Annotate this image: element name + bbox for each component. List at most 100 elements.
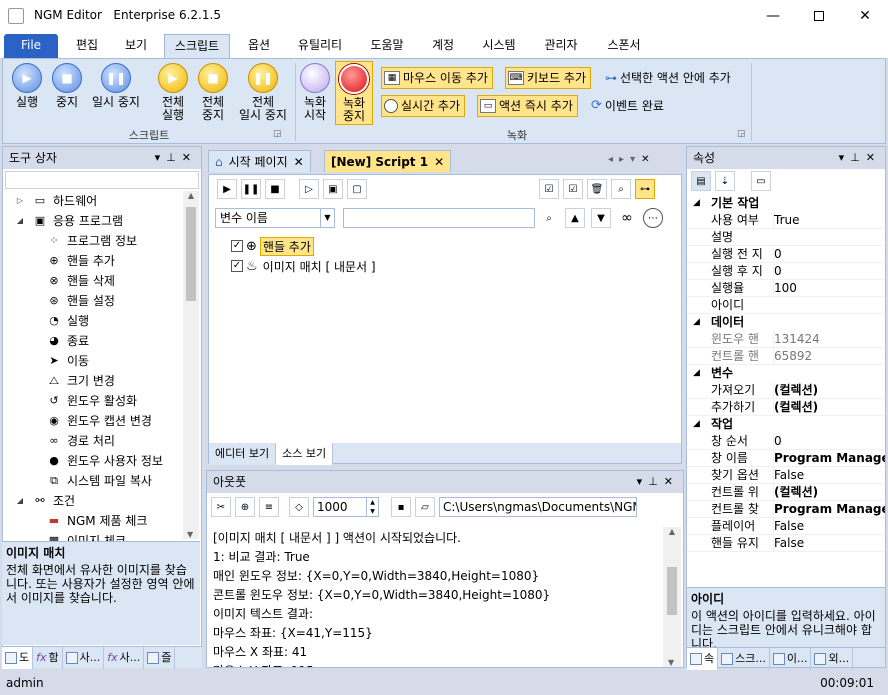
property-value[interactable]: True <box>773 212 885 229</box>
tab-functions[interactable]: fx 함 <box>33 647 63 669</box>
tree-item[interactable]: ◉ 윈도우 캡션 변경 <box>47 411 152 431</box>
menu-file[interactable]: File <box>4 34 58 58</box>
collapse-icon[interactable]: ◢ <box>693 416 700 433</box>
tab-favorites[interactable]: 즐 <box>144 647 176 669</box>
collapse-icon[interactable]: ◢ <box>693 314 700 331</box>
close-icon[interactable]: ✕ <box>294 152 304 172</box>
tab-user-1[interactable]: 사... <box>63 647 105 669</box>
property-value[interactable]: Program Manage <box>773 501 885 518</box>
run-all-button[interactable]: ▶ 전체 실행 <box>153 63 193 122</box>
pause-button[interactable]: ❚❚ 일시 중지 <box>87 63 145 109</box>
property-row[interactable]: 실행율 100 <box>687 280 885 297</box>
tree-item[interactable]: ⁘ 프로그램 정보 <box>47 231 137 251</box>
tree-item[interactable]: ∞ 경로 처리 <box>47 431 115 451</box>
property-row[interactable]: 추가하기 (컬렉션) <box>687 399 885 416</box>
property-value[interactable]: (컬렉션) <box>773 399 885 416</box>
add-in-selected-button[interactable]: ⊶ 선택한 액션 안에 추가 <box>603 67 735 89</box>
menu-utility[interactable]: 유틸리티 <box>288 34 352 58</box>
stop-button[interactable]: ■ 중지 <box>47 63 87 109</box>
chevron-down-icon[interactable]: ▼ <box>591 208 611 228</box>
property-row[interactable]: 핸들 유지 False <box>687 535 885 552</box>
property-pages-icon[interactable]: ▭ <box>751 171 771 191</box>
property-value[interactable]: Program Manage <box>773 450 885 467</box>
property-category[interactable]: ◢ 데이터 <box>687 314 885 331</box>
pin-icon[interactable]: ⊥ <box>166 151 182 164</box>
scroll-down-icon[interactable]: ▼ <box>187 530 193 539</box>
property-value[interactable]: 100 <box>773 280 885 297</box>
action-item[interactable]: ✓ ⊕ 핸들 추가 <box>231 236 314 256</box>
dropdown-icon[interactable]: ▾ <box>839 151 851 164</box>
close-icon[interactable]: ✕ <box>641 154 655 165</box>
property-row[interactable]: 가져오기 (컬렉션) <box>687 382 885 399</box>
expander-icon[interactable]: ◢ <box>13 494 27 508</box>
tab-start-page[interactable]: ⌂ 시작 페이지 ✕ <box>208 150 311 172</box>
property-row[interactable]: 컨트롤 찾 Program Manage <box>687 501 885 518</box>
record-start-button[interactable]: 녹화 시작 <box>297 63 333 122</box>
property-row[interactable]: 사용 여부 True <box>687 212 885 229</box>
pause-all-button[interactable]: ❚❚ 전체 일시 중지 <box>233 63 293 122</box>
add-file-icon[interactable]: ⊕ <box>235 497 255 517</box>
expander-icon[interactable]: ▷ <box>13 194 27 208</box>
toolbox-search-input[interactable] <box>5 171 199 189</box>
scroll-left-icon[interactable]: ◂ <box>608 154 619 165</box>
pause-icon[interactable]: ❚❚ <box>241 179 261 199</box>
property-row[interactable]: 플레이어 False <box>687 518 885 535</box>
property-row[interactable]: 컨트롤 위 (컬렉션) <box>687 484 885 501</box>
delete-icon[interactable]: 🗑 <box>587 179 607 199</box>
menu-system[interactable]: 시스템 <box>472 34 526 58</box>
tab-source-view[interactable]: 소스 보기 <box>276 443 334 465</box>
stepper-icon[interactable]: ▲ ▼ <box>366 498 378 516</box>
save-icon[interactable]: ▪ <box>391 497 411 517</box>
check-all-icon[interactable]: ☑ <box>539 179 559 199</box>
search-input[interactable] <box>343 208 535 228</box>
close-icon[interactable]: ✕ <box>664 475 679 488</box>
minimize-button[interactable]: — <box>750 0 796 32</box>
menu-edit[interactable]: 편집 <box>64 34 110 58</box>
tree-item[interactable]: ⊛ 핸들 설정 <box>47 291 115 311</box>
find-icon[interactable]: ⌕ <box>611 179 631 199</box>
property-category[interactable]: ◢ 기본 작업 <box>687 195 885 212</box>
tree-item[interactable]: ▬ NGM 제품 체크 <box>47 511 148 531</box>
stop-all-button[interactable]: ■ 전체 중지 <box>193 63 233 122</box>
property-value[interactable]: False <box>773 518 885 535</box>
list-icon[interactable]: ≡ <box>259 497 279 517</box>
menu-view[interactable]: 보기 <box>114 34 158 58</box>
folder-icon[interactable]: ▱ <box>415 497 435 517</box>
tab-user-2[interactable]: fx 사... <box>104 647 145 669</box>
event-done-button[interactable]: ⟳ 이벤트 완료 <box>589 95 668 117</box>
close-icon[interactable]: ✕ <box>182 151 197 164</box>
property-value[interactable]: False <box>773 467 885 484</box>
tab-script-1[interactable]: [New] Script 1 ✕ <box>324 150 452 172</box>
tree-item[interactable]: ⧍ 크기 변경 <box>47 371 115 391</box>
tab-external[interactable]: 외... <box>811 648 854 670</box>
toolbox-scrollbar[interactable]: ▲ ▼ <box>183 191 199 539</box>
scroll-up-icon[interactable]: ▲ <box>663 527 681 536</box>
play-icon[interactable]: ▶ <box>217 179 237 199</box>
sort-az-icon[interactable]: ⇣ <box>715 171 735 191</box>
menu-options[interactable]: 옵션 <box>236 34 282 58</box>
property-row[interactable]: 윈도우 핸 131424 <box>687 331 885 348</box>
tab-image[interactable]: 이... <box>770 648 812 670</box>
menu-help[interactable]: 도움말 <box>360 34 414 58</box>
close-icon[interactable]: ✕ <box>866 151 881 164</box>
scroll-right-icon[interactable]: ▸ <box>619 154 630 165</box>
checkbox-icon[interactable]: ✓ <box>231 260 243 272</box>
tree-item[interactable]: ▩ 이미지 체크 <box>47 531 126 541</box>
dropdown-icon[interactable]: ▾ <box>630 154 641 165</box>
tab-script[interactable]: 스크... <box>718 648 770 670</box>
tab-properties[interactable]: 속 <box>687 648 719 670</box>
property-value[interactable]: False <box>773 535 885 552</box>
pin-icon[interactable]: ⊥ <box>850 151 866 164</box>
close-icon[interactable]: ✕ <box>434 152 444 172</box>
property-category[interactable]: ◢ 작업 <box>687 416 885 433</box>
property-row[interactable]: 창 순서 0 <box>687 433 885 450</box>
action-item[interactable]: ✓ ♨ 이미지 매치 [ 내문서 ] <box>231 257 378 275</box>
property-row[interactable]: 실행 후 지 0 <box>687 263 885 280</box>
menu-sponsor[interactable]: 스폰서 <box>596 34 652 58</box>
line-count-stepper[interactable]: 1000 ▲ ▼ <box>313 497 379 517</box>
pin-icon[interactable]: ⊥ <box>648 475 664 488</box>
run-button[interactable]: ▶ 실행 <box>7 63 47 109</box>
scroll-down-icon[interactable]: ▼ <box>668 658 674 667</box>
menu-account[interactable]: 계정 <box>420 34 466 58</box>
tree-item[interactable]: ◢ ⚯ 조건 <box>13 491 75 511</box>
